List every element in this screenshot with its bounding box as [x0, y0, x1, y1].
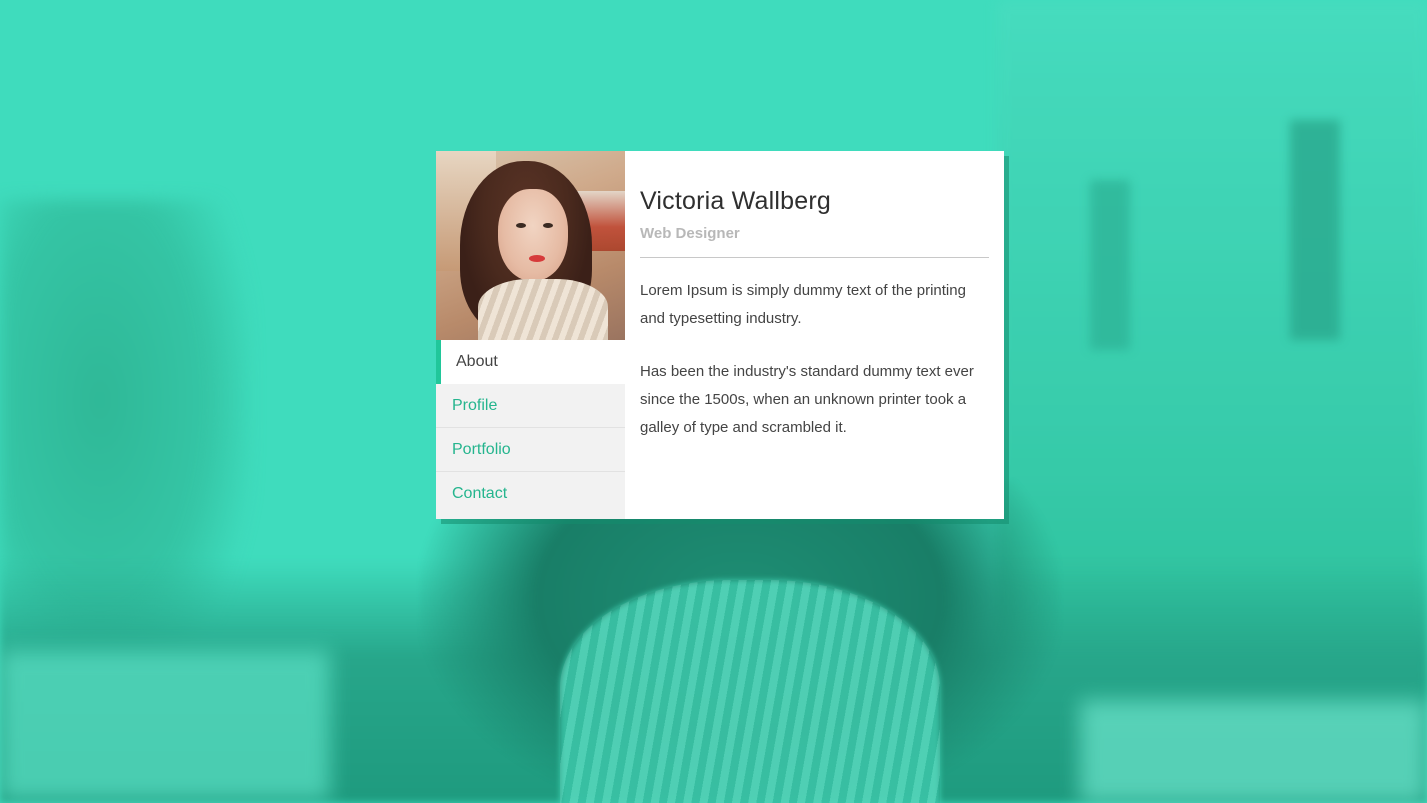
- background-snow: [0, 650, 330, 800]
- photo-face: [498, 189, 568, 281]
- nav-item-contact[interactable]: Contact: [436, 472, 625, 516]
- nav-item-profile[interactable]: Profile: [436, 384, 625, 428]
- profile-name: Victoria Wallberg: [640, 187, 831, 215]
- photo-scarf: [478, 279, 608, 340]
- photo-lips: [529, 255, 545, 262]
- profile-role: Web Designer: [640, 225, 740, 242]
- about-paragraph: Has been the industry's standard dummy t…: [640, 363, 974, 436]
- profile-card: About Profile Portfolio Contact Victoria…: [436, 151, 1004, 519]
- nav-item-portfolio[interactable]: Portfolio: [436, 428, 625, 472]
- background-scarf-texture: [560, 580, 940, 803]
- photo-eye: [543, 223, 553, 228]
- about-paragraph: Lorem Ipsum is simply dummy text of the …: [640, 282, 966, 327]
- background-snow: [1080, 700, 1427, 803]
- photo-eye: [516, 223, 526, 228]
- background-window: [1090, 180, 1130, 350]
- background-window: [1290, 120, 1340, 340]
- profile-photo: [436, 151, 625, 340]
- divider: [640, 257, 989, 258]
- nav-item-about[interactable]: About: [436, 340, 625, 384]
- profile-nav: About Profile Portfolio Contact: [436, 340, 625, 516]
- card-sidebar: About Profile Portfolio Contact: [436, 151, 625, 519]
